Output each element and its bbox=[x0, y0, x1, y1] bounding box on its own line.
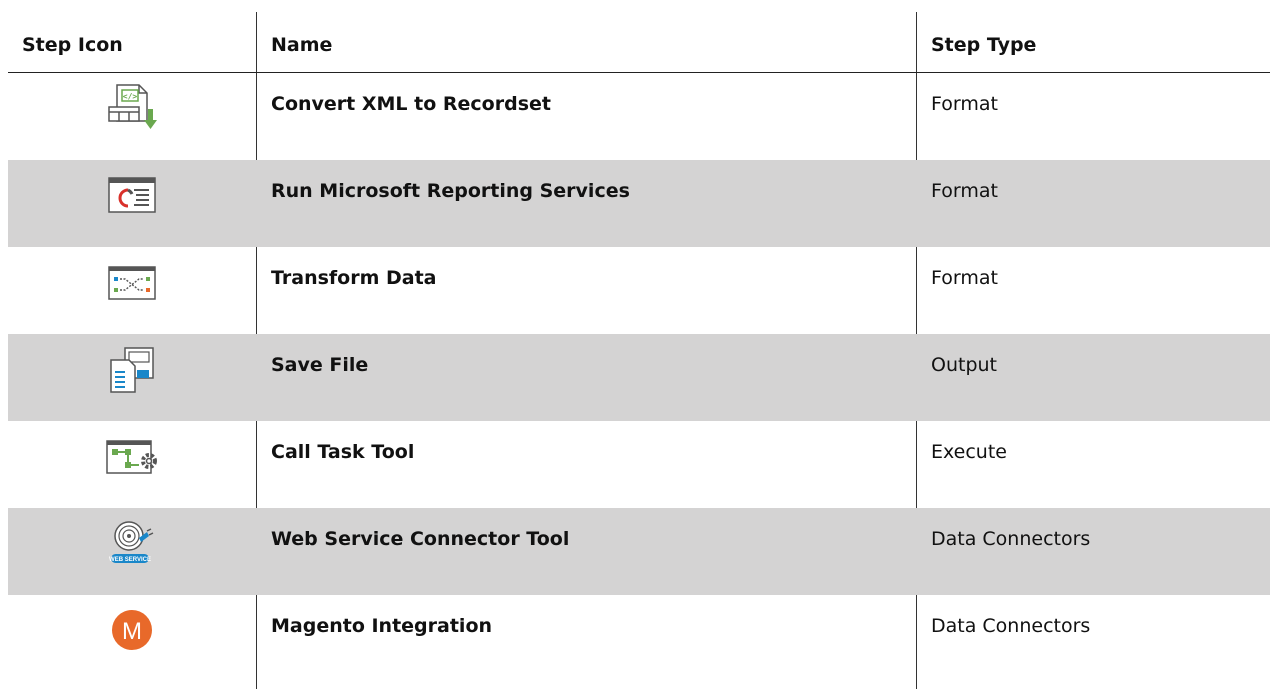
step-name: Run Microsoft Reporting Services bbox=[271, 180, 630, 202]
step-name: Transform Data bbox=[271, 267, 437, 289]
reporting-services-icon bbox=[108, 177, 156, 213]
table-header: Step Icon Name Step Type bbox=[8, 24, 1270, 73]
table-row: Save File Output bbox=[8, 334, 1270, 421]
table-row: Run Microsoft Reporting Services Format bbox=[8, 160, 1270, 247]
header-step-icon: Step Icon bbox=[22, 34, 123, 56]
step-name: Magento Integration bbox=[271, 615, 493, 637]
step-name: Save File bbox=[271, 354, 369, 376]
table-row: </> Convert XML to Recordset Format bbox=[8, 73, 1270, 160]
step-type: Format bbox=[931, 93, 998, 115]
transform-data-icon bbox=[108, 266, 156, 300]
table-row: Transform Data Format bbox=[8, 247, 1270, 334]
step-type: Data Connectors bbox=[931, 615, 1091, 637]
save-file-icon bbox=[110, 347, 154, 393]
web-service-badge-text: WEB SERVICE bbox=[109, 557, 151, 563]
step-type: Data Connectors bbox=[931, 528, 1091, 550]
table-row: Call Task Tool Execute bbox=[8, 421, 1270, 508]
step-type: Execute bbox=[931, 441, 1007, 463]
convert-xml-to-recordset-icon: </> bbox=[108, 84, 157, 129]
svg-text:</>: </> bbox=[123, 92, 138, 101]
header-step-type: Step Type bbox=[931, 34, 1037, 56]
step-name: Call Task Tool bbox=[271, 441, 415, 463]
web-service-connector-icon: WEB SERVICE bbox=[109, 521, 154, 563]
table-row: WEB SERVICE Web Service Connector Tool D… bbox=[8, 508, 1270, 595]
step-type: Format bbox=[931, 180, 998, 202]
step-type: Output bbox=[931, 354, 997, 376]
step-name: Convert XML to Recordset bbox=[271, 93, 551, 115]
step-name: Web Service Connector Tool bbox=[271, 528, 570, 550]
magento-icon: M bbox=[112, 610, 152, 650]
header-name: Name bbox=[271, 34, 333, 56]
call-task-tool-icon bbox=[106, 440, 157, 474]
magento-logo-letter: M bbox=[122, 618, 142, 645]
table-row: M Magento Integration Data Connectors bbox=[8, 595, 1270, 682]
step-type: Format bbox=[931, 267, 998, 289]
